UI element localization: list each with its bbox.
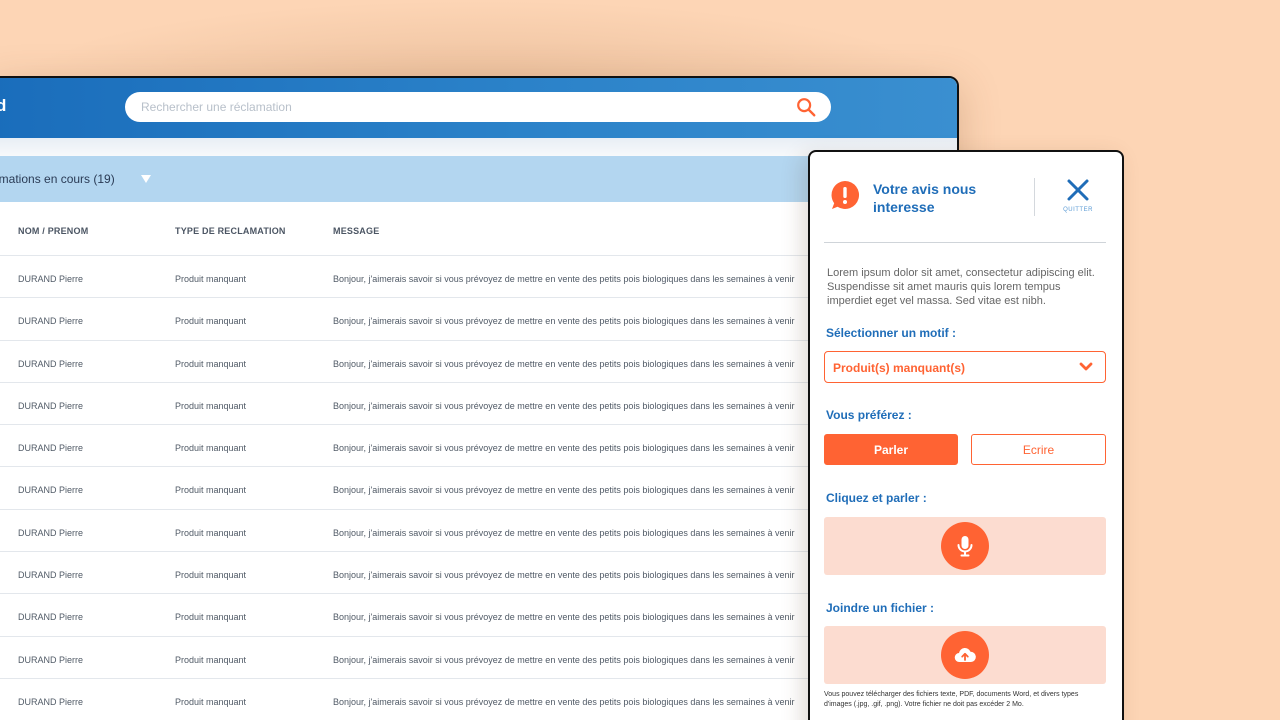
cell-type: Produit manquant: [175, 443, 247, 454]
caret-down-icon[interactable]: [141, 175, 151, 183]
divider: [1034, 178, 1035, 216]
cell-type: Produit manquant: [175, 570, 247, 581]
search-input[interactable]: [141, 92, 771, 122]
cell-message: Bonjour, j'aimerais savoir si vous prévo…: [333, 358, 795, 369]
file-label: Joindre un fichier :: [826, 601, 935, 615]
panel-intro: Lorem ipsum dolor sit amet, consectetur …: [827, 267, 1095, 307]
cell-type: Produit manquant: [175, 316, 247, 327]
cell-name: DURAND Pierre: [18, 612, 84, 623]
record-button[interactable]: [941, 522, 989, 570]
panel-title: Votre avis nous interesse: [873, 181, 977, 215]
column-header-type[interactable]: TYPE DE RECLAMATION: [175, 226, 286, 236]
divider: [824, 242, 1106, 243]
cell-name: DURAND Pierre: [18, 654, 84, 665]
motif-label: Sélectionner un motif :: [826, 326, 957, 340]
cell-name: DURAND Pierre: [18, 696, 84, 707]
cell-name: DURAND Pierre: [18, 274, 84, 284]
speak-button[interactable]: Parler: [824, 434, 958, 465]
cell-message: Bonjour, j'aimerais savoir si vous prévo…: [333, 612, 795, 623]
cell-message: Bonjour, j'aimerais savoir si vous prévo…: [333, 274, 795, 284]
cell-type: Produit manquant: [175, 696, 247, 707]
filter-label: amations en cours (19): [0, 172, 115, 186]
upload-note: Vous pouvez télécharger des fichiers tex…: [824, 691, 1079, 708]
motif-select-value: Produit(s) manquant(s): [833, 361, 965, 375]
search-bar: [125, 92, 831, 122]
app-header: d: [0, 78, 957, 138]
motif-select[interactable]: Produit(s) manquant(s): [824, 351, 1106, 383]
cell-name: DURAND Pierre: [18, 570, 84, 581]
cell-type: Produit manquant: [175, 527, 247, 538]
cell-message: Bonjour, j'aimerais savoir si vous prévo…: [333, 654, 795, 665]
close-button[interactable]: QUITTER: [1060, 176, 1096, 216]
cell-type: Produit manquant: [175, 274, 247, 284]
write-button[interactable]: Ecrire: [971, 434, 1106, 465]
cell-type: Produit manquant: [175, 400, 247, 411]
upload-button[interactable]: [941, 631, 989, 679]
voice-record-zone: [824, 517, 1106, 575]
cell-message: Bonjour, j'aimerais savoir si vous prévo…: [333, 570, 795, 581]
cell-type: Produit manquant: [175, 612, 247, 623]
close-label: QUITTER: [1063, 207, 1093, 213]
cell-name: DURAND Pierre: [18, 316, 84, 327]
cell-message: Bonjour, j'aimerais savoir si vous prévo…: [333, 316, 795, 327]
close-icon: [1067, 179, 1089, 201]
alert-bubble-icon: [831, 180, 860, 209]
cell-message: Bonjour, j'aimerais savoir si vous prévo…: [333, 485, 795, 496]
chevron-down-icon: [1079, 362, 1093, 371]
app-brand: d: [0, 96, 6, 116]
cell-message: Bonjour, j'aimerais savoir si vous prévo…: [333, 400, 795, 411]
cell-message: Bonjour, j'aimerais savoir si vous prévo…: [333, 443, 795, 454]
cell-type: Produit manquant: [175, 358, 247, 369]
cloud-upload-icon: [954, 647, 976, 663]
cell-name: DURAND Pierre: [18, 527, 84, 538]
search-icon[interactable]: [795, 96, 817, 118]
feedback-panel: Votre avis nous interesse QUITTER Lorem …: [808, 150, 1124, 720]
cell-message: Bonjour, j'aimerais savoir si vous prévo…: [333, 527, 795, 538]
cell-name: DURAND Pierre: [18, 400, 84, 411]
column-header-message[interactable]: MESSAGE: [333, 226, 379, 236]
preference-label: Vous préférez :: [826, 408, 912, 422]
cell-name: DURAND Pierre: [18, 485, 84, 496]
column-header-name[interactable]: NOM / PRENOM: [18, 226, 88, 236]
speak-label: Cliquez et parler :: [826, 491, 927, 505]
file-drop-zone[interactable]: [824, 626, 1106, 684]
cell-type: Produit manquant: [175, 485, 247, 496]
cell-type: Produit manquant: [175, 654, 247, 665]
cell-name: DURAND Pierre: [18, 358, 84, 369]
microphone-icon: [957, 536, 973, 557]
cell-message: Bonjour, j'aimerais savoir si vous prévo…: [333, 696, 795, 707]
cell-name: DURAND Pierre: [18, 443, 84, 454]
